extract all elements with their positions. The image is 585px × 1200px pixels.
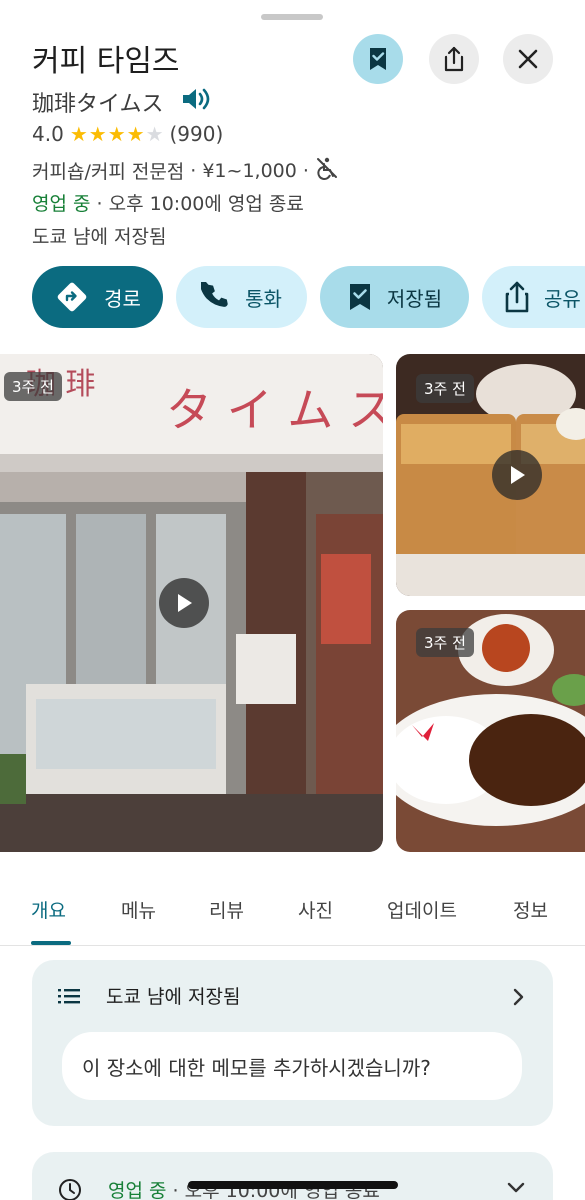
star-icon: ★ xyxy=(88,122,107,146)
tab-overview[interactable]: 개요 xyxy=(31,896,66,923)
toast-video-thumbnail[interactable]: 3주 전 xyxy=(396,354,585,596)
bookmark-check-icon xyxy=(370,48,386,70)
hours-row[interactable]: 영업 중 · 오후 10:00에 영업 종료 xyxy=(32,189,304,216)
open-status: 영업 중 xyxy=(32,193,91,215)
action-chips-row[interactable]: 경로 통화 저장됨 공유 xyxy=(32,266,585,328)
photo-age-badge: 3주 전 xyxy=(416,374,474,403)
saved-button[interactable]: 저장됨 xyxy=(320,266,469,328)
saved-list-header[interactable]: 도쿄 냠에 저장됨 xyxy=(58,982,240,1009)
svg-text:タ イ ム ス: タ イ ム ス xyxy=(166,383,383,437)
saved-in-list: 도쿄 냠에 저장됨 xyxy=(32,226,167,248)
not-wheelchair-accessible-icon xyxy=(315,156,339,185)
rating-stars: ★ ★ ★ ★ ★ xyxy=(70,124,164,144)
directions-icon xyxy=(57,282,87,312)
saved-bookmark-button[interactable] xyxy=(353,34,403,84)
saved-list-title: 도쿄 냠에 저장됨 xyxy=(106,986,241,1008)
price-range: ¥1~1,000 xyxy=(202,159,297,182)
saved-label: 저장됨 xyxy=(386,286,443,311)
call-label: 통화 xyxy=(245,286,282,311)
share-button[interactable] xyxy=(429,34,479,84)
rating-value: 4.0 xyxy=(32,122,64,146)
sheet-drag-handle[interactable] xyxy=(261,14,323,20)
separator: · xyxy=(302,159,309,182)
tab-photos[interactable]: 사진 xyxy=(298,896,333,923)
star-icon: ★ xyxy=(107,122,126,146)
saved-list-card[interactable]: 도쿄 냠에 저장됨 이 장소에 대한 메모를 추가하시겠습니까? xyxy=(32,960,553,1126)
chevron-down-icon[interactable] xyxy=(507,1182,525,1194)
chevron-right-icon[interactable] xyxy=(513,988,525,1006)
share-chip-button[interactable]: 공유 xyxy=(482,266,585,328)
directions-label: 경로 xyxy=(104,286,141,311)
hours-open-status: 영업 중 xyxy=(108,1180,167,1200)
photo-age-badge: 3주 전 xyxy=(416,628,474,657)
category-price-row: 커피숍/커피 전문점 · ¥1~1,000 · xyxy=(32,156,339,185)
star-icon: ★ xyxy=(69,122,88,146)
directions-button[interactable]: 경로 xyxy=(32,266,163,328)
call-button[interactable]: 통화 xyxy=(176,266,307,328)
play-icon[interactable] xyxy=(159,578,209,628)
place-category: 커피숍/커피 전문점 xyxy=(32,161,185,183)
storefront-video-thumbnail[interactable]: 珈 琲 タ イ ム ス 3주 전 xyxy=(0,354,383,852)
share-label: 공유 xyxy=(544,286,581,311)
rating-row[interactable]: 4.0 ★ ★ ★ ★ ★ (990) xyxy=(32,122,223,146)
tab-updates[interactable]: 업데이트 xyxy=(387,896,457,923)
star-empty-icon: ★ xyxy=(145,122,164,146)
clock-icon xyxy=(59,1178,81,1200)
list-icon xyxy=(58,988,80,1003)
bookmark-icon xyxy=(349,284,370,310)
active-tab-indicator xyxy=(31,941,71,945)
close-button[interactable] xyxy=(503,34,553,84)
star-icon: ★ xyxy=(126,122,145,146)
review-count: (990) xyxy=(169,122,224,146)
place-local-name: 珈琲タイムス xyxy=(32,92,164,117)
share-icon xyxy=(444,46,464,72)
photo-age-badge: 3주 전 xyxy=(4,372,62,401)
share-icon xyxy=(505,281,529,313)
redaction-bar xyxy=(188,1181,398,1189)
separator: · xyxy=(190,159,197,182)
curry-photo-thumbnail[interactable]: 3주 전 xyxy=(396,610,585,852)
close-icon xyxy=(518,49,538,69)
play-icon[interactable] xyxy=(492,450,542,500)
place-tabs: 개요 메뉴 리뷰 사진 업데이트 정보 xyxy=(0,892,585,946)
place-title: 커피 타임즈 xyxy=(32,44,180,79)
tab-menu[interactable]: 메뉴 xyxy=(121,896,156,923)
tab-info[interactable]: 정보 xyxy=(513,896,548,923)
close-time: · 오후 10:00에 영업 종료 xyxy=(96,193,304,215)
phone-icon xyxy=(201,282,228,307)
hours-card[interactable]: 영업 중 · 오후 10:00에 영업 종료 xyxy=(32,1152,553,1200)
tab-reviews[interactable]: 리뷰 xyxy=(209,896,244,923)
photo-gallery[interactable]: 珈 琲 タ イ ム ス 3주 전 xyxy=(0,354,585,852)
speaker-icon[interactable] xyxy=(180,86,210,118)
memo-input[interactable]: 이 장소에 대한 메모를 추가하시겠습니까? xyxy=(62,1032,522,1100)
place-local-name-row: 珈琲タイムス xyxy=(32,86,210,118)
